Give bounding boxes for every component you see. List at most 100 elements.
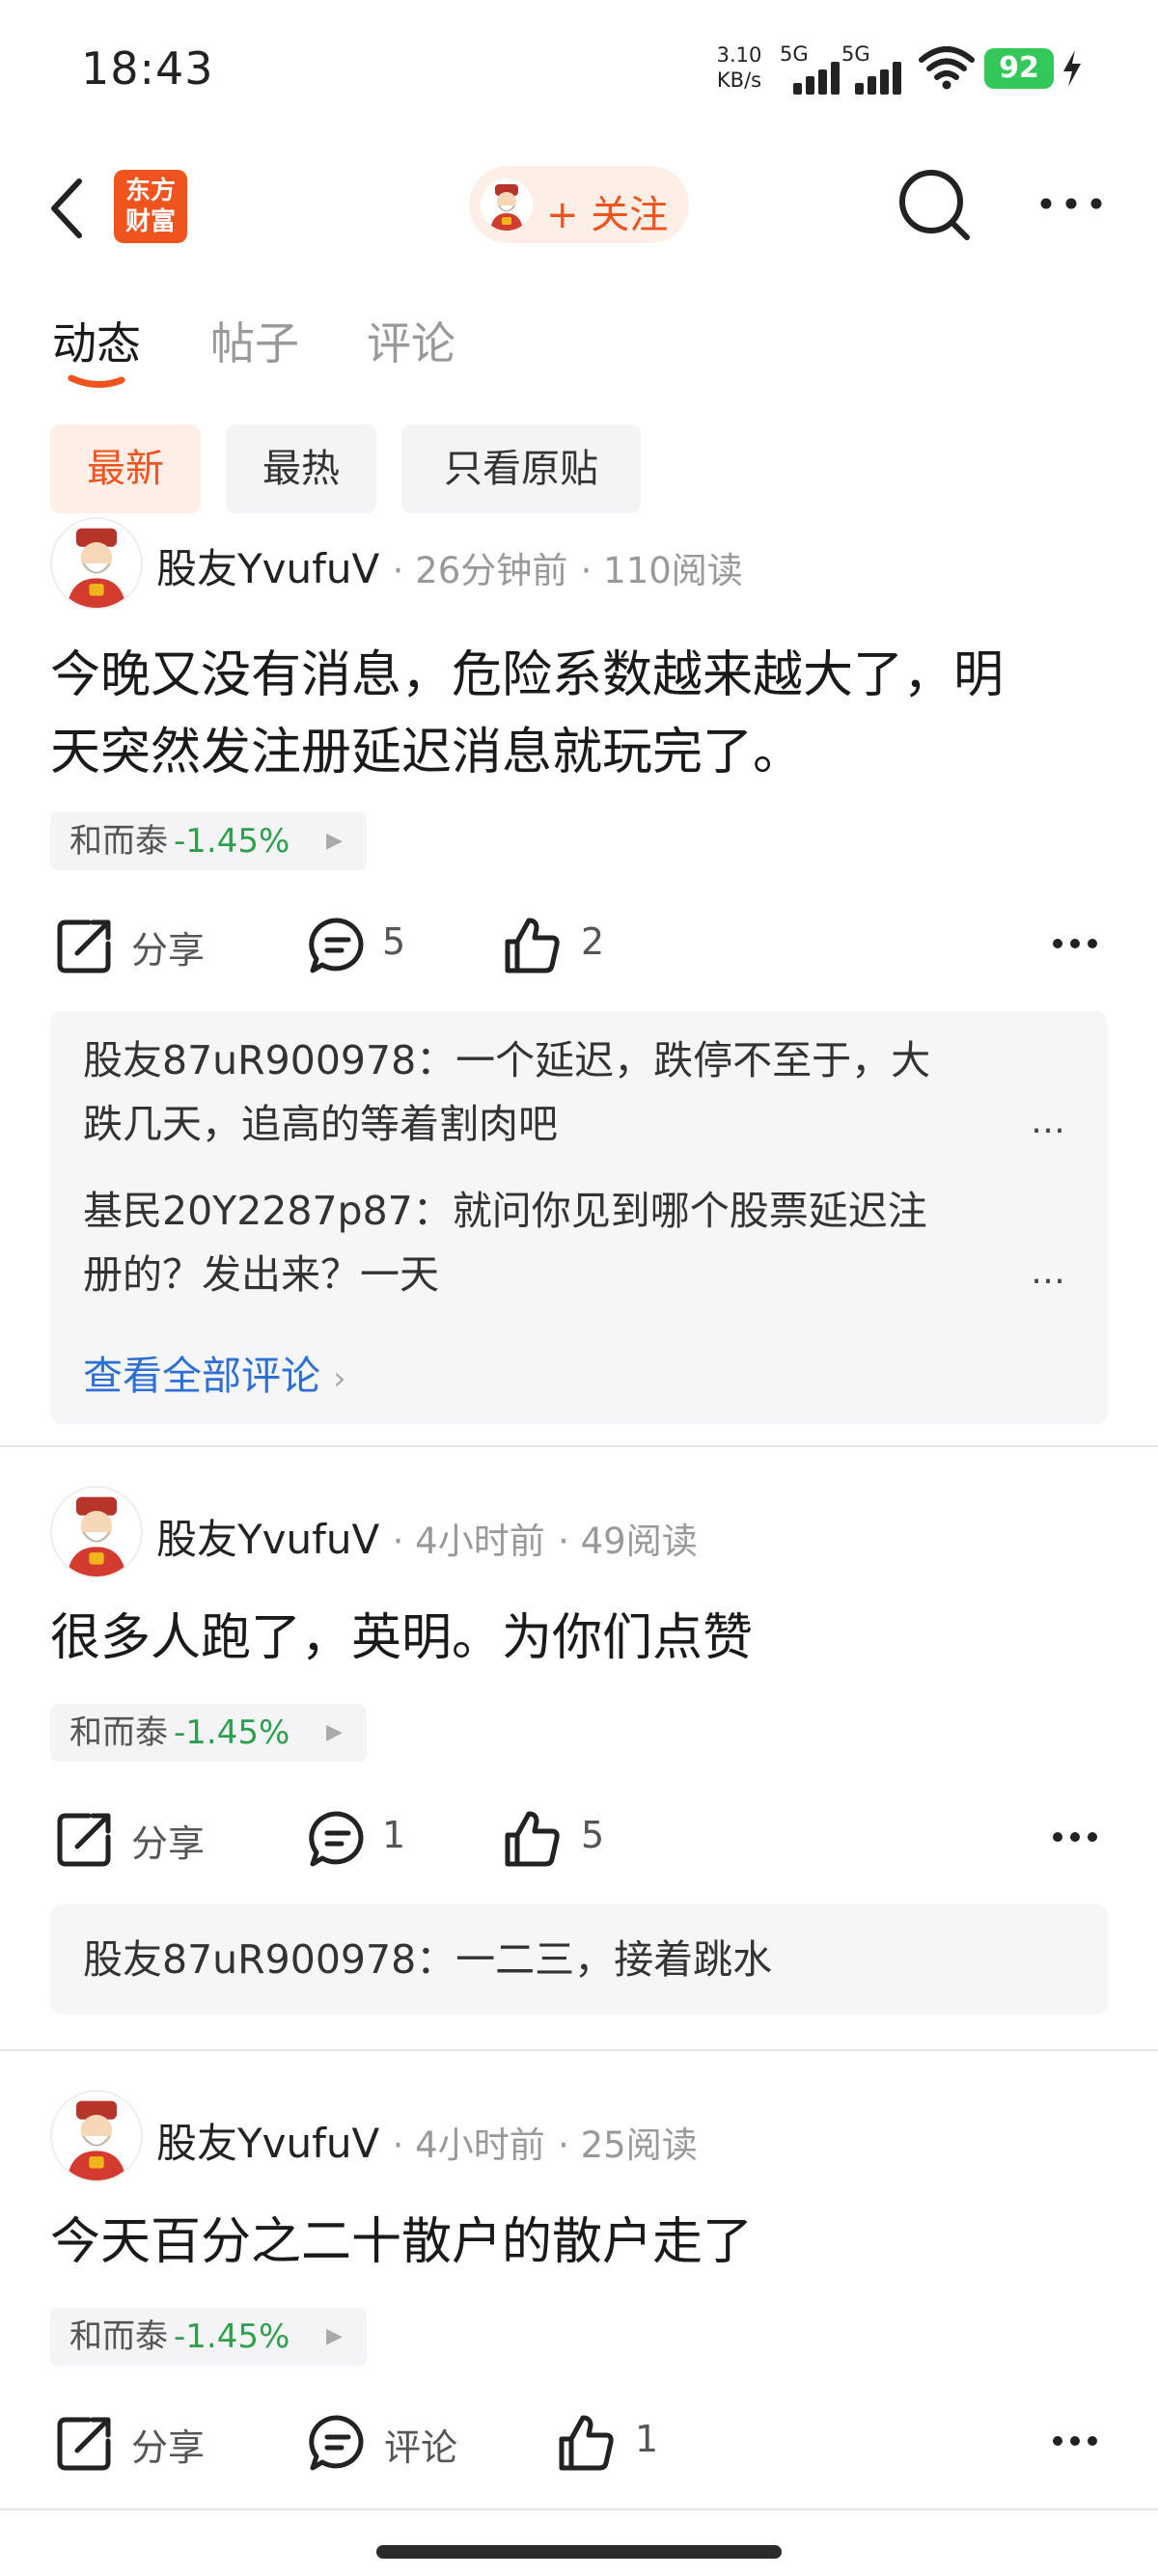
- view-all-label: 查看全部评论: [83, 1353, 320, 1399]
- network-speed: 3.10 KB/s: [710, 42, 768, 93]
- comment-button[interactable]: 1: [307, 1798, 442, 1876]
- comment-preview-box: 股友87uR900978：一个延迟，跌停不至于，大 跌几天，追高的等着割肉吧 ……: [50, 1011, 1108, 1424]
- like-count: 2: [581, 920, 605, 963]
- more-icon[interactable]: [1050, 924, 1100, 963]
- wifi-icon: [919, 46, 975, 90]
- post-body[interactable]: 今晚又没有消息，危险系数越来越大了，明 天突然发注册延迟消息就玩完了。: [50, 637, 1112, 791]
- fortune-god-avatar-icon: [481, 178, 533, 231]
- like-button[interactable]: 2: [502, 905, 637, 982]
- post-reads: 110阅读: [603, 550, 743, 591]
- share-button[interactable]: 分享: [54, 2402, 237, 2480]
- like-count: 5: [581, 1814, 605, 1856]
- stock-tag[interactable]: 和而泰 -1.45% ▶: [50, 2308, 367, 2366]
- feed-post: 股友YvufuV · 4小时前 · 25阅读 今天百分之二十散户的散户走了 和而…: [0, 2090, 1158, 2534]
- network-speed-value: 3.10: [716, 43, 762, 67]
- fortune-god-avatar-icon: [67, 2100, 126, 2180]
- comment-line: 股友87uR900978：一二三，接着跳水: [83, 1936, 773, 1983]
- post-username[interactable]: 股友YvufuV: [156, 1516, 379, 1563]
- share-icon: [57, 2417, 111, 2471]
- post-username[interactable]: 股友YvufuV: [156, 545, 379, 592]
- back-icon[interactable]: [39, 172, 96, 245]
- comment-label: 评论: [384, 2426, 458, 2469]
- post-body[interactable]: 今天百分之二十散户的散户走了: [50, 2204, 1112, 2281]
- post-time: 4小时前: [415, 2124, 545, 2166]
- post-reads: 25阅读: [580, 2124, 698, 2166]
- share-button[interactable]: 分享: [54, 1798, 237, 1876]
- like-button[interactable]: 1: [556, 2402, 691, 2480]
- play-arrow-icon: ▶: [326, 829, 343, 853]
- share-label: 分享: [131, 929, 206, 972]
- search-icon[interactable]: [892, 162, 979, 249]
- avatar[interactable]: [50, 517, 143, 610]
- comment-button[interactable]: 评论: [307, 2402, 481, 2480]
- feed-post: 股友YvufuV · 4小时前 · 49阅读 很多人跑了，英明。为你们点赞 和而…: [0, 1486, 1158, 2045]
- post-body-line: 很多人跑了，英明。为你们点赞: [50, 1609, 754, 1667]
- avatar[interactable]: [50, 1486, 143, 1578]
- post-body[interactable]: 很多人跑了，英明。为你们点赞: [50, 1600, 1112, 1677]
- stock-name: 和而泰: [69, 2317, 168, 2356]
- post-reads: 49阅读: [580, 1521, 698, 1562]
- like-button[interactable]: 5: [502, 1798, 637, 1876]
- stock-change: -1.45%: [174, 1713, 290, 1752]
- logo-line2: 财富: [124, 207, 176, 236]
- follow-button[interactable]: + 关注: [469, 166, 689, 243]
- top-nav-bar: 东方 财富 + 关注: [0, 145, 1158, 270]
- chevron-right-icon: ›: [333, 1359, 346, 1398]
- post-body-line: 今晚又没有消息，危险系数越来越大了，明: [50, 646, 1005, 704]
- comment-preview[interactable]: 基民20Y2287p87：就问你见到哪个股票延迟注 册的？发出来？一天: [83, 1179, 1048, 1306]
- logo-line1: 东方: [124, 177, 176, 206]
- more-icon[interactable]: [1050, 1818, 1100, 1856]
- post-meta: 股友YvufuV · 26分钟前 · 110阅读: [156, 545, 743, 592]
- play-arrow-icon: ▶: [326, 2324, 343, 2348]
- tab-comments[interactable]: 评论: [367, 309, 455, 372]
- comment-count: 1: [382, 1814, 406, 1856]
- comment-preview[interactable]: 股友87uR900978：一二三，接着跳水: [83, 1928, 1048, 1991]
- status-time: 18:43: [81, 42, 214, 95]
- post-divider: [0, 2049, 1158, 2051]
- tab-posts[interactable]: 帖子: [210, 309, 299, 372]
- post-actions: 分享 1 5: [0, 1798, 1158, 1876]
- filter-original-only[interactable]: 只看原贴: [401, 425, 641, 513]
- network-speed-unit: KB/s: [716, 69, 762, 92]
- share-icon: [57, 1813, 111, 1867]
- comment-icon: [309, 918, 364, 973]
- expand-dots-icon[interactable]: …: [1031, 1252, 1067, 1292]
- stock-tag[interactable]: 和而泰 -1.45% ▶: [50, 1704, 367, 1762]
- fortune-god-avatar-icon: [67, 528, 126, 608]
- follow-label: + 关注: [546, 193, 669, 237]
- avatar: [481, 178, 533, 231]
- stock-change: -1.45%: [174, 2317, 290, 2356]
- filter-latest[interactable]: 最新: [50, 425, 201, 513]
- filter-bar: 最新 最热 只看原贴: [0, 425, 1158, 515]
- thumbs-up-icon: [505, 1811, 560, 1867]
- more-icon[interactable]: [1033, 179, 1110, 228]
- stock-name: 和而泰: [69, 822, 168, 861]
- charging-icon: [1063, 50, 1081, 87]
- comment-line: 跌几天，追高的等着割肉吧: [83, 1101, 558, 1147]
- play-arrow-icon: ▶: [326, 1720, 343, 1744]
- post-username[interactable]: 股友YvufuV: [156, 2120, 379, 2167]
- thumbs-up-icon: [505, 918, 560, 973]
- stock-tag[interactable]: 和而泰 -1.45% ▶: [50, 812, 367, 870]
- share-button[interactable]: 分享: [54, 905, 237, 982]
- fortune-god-avatar-icon: [67, 1496, 126, 1576]
- comment-line: 基民20Y2287p87：就问你见到哪个股票延迟注: [83, 1188, 927, 1234]
- tab-dynamics[interactable]: 动态: [52, 309, 141, 372]
- share-label: 分享: [131, 1822, 206, 1865]
- view-all-comments-link[interactable]: 查看全部评论 ›: [83, 1343, 346, 1401]
- comment-icon: [309, 2415, 364, 2471]
- comment-count: 5: [382, 920, 406, 963]
- expand-dots-icon[interactable]: …: [1031, 1102, 1067, 1141]
- comment-preview[interactable]: 股友87uR900978：一个延迟，跌停不至于，大 跌几天，追高的等着割肉吧: [83, 1028, 1048, 1156]
- comment-line: 股友87uR900978：一个延迟，跌停不至于，大: [83, 1037, 931, 1083]
- filter-hottest[interactable]: 最热: [226, 425, 376, 513]
- more-icon[interactable]: [1050, 2422, 1100, 2460]
- home-indicator[interactable]: [376, 2545, 782, 2559]
- share-icon: [57, 919, 111, 973]
- stock-change: -1.45%: [174, 822, 290, 861]
- share-label: 分享: [131, 2426, 206, 2469]
- avatar[interactable]: [50, 2090, 143, 2182]
- comment-button[interactable]: 5: [307, 905, 442, 982]
- post-time: 26分钟前: [415, 550, 568, 591]
- post-actions: 分享 5 2: [0, 905, 1158, 982]
